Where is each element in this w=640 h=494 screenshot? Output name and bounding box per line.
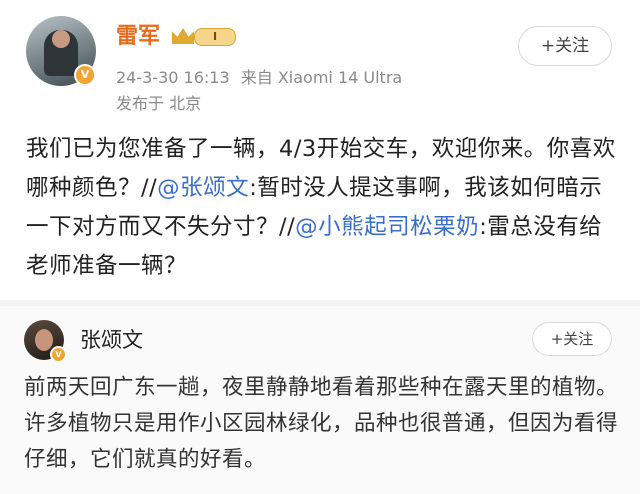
level-value: I xyxy=(194,28,236,46)
mention-link[interactable]: @张颂文 xyxy=(157,175,249,201)
comment-card: V 张颂文 +关注 前两天回广东一趟，夜里静静地看着那些种在露天里的植物。许多植… xyxy=(0,306,640,494)
timestamp: 24-3-30 16:13 xyxy=(116,68,230,87)
location: 发布于 北京 xyxy=(116,94,202,113)
verified-icon: V xyxy=(50,346,67,363)
post-text: 我们已为您准备了一辆，4/3开始交车，欢迎你来。你喜欢哪种颜色？//@张颂文:暂… xyxy=(26,130,616,286)
avatar-face xyxy=(52,30,70,48)
level-badge[interactable]: I xyxy=(172,26,236,46)
crown-icon xyxy=(172,28,194,44)
comment-text: 前两天回广东一趟，夜里静静地看着那些种在露天里的植物。许多植物只是用作小区园林绿… xyxy=(24,375,619,472)
weibo-post: V 雷军 I +关注 24-3-30 16:13 来自 Xiaomi 14 Ul… xyxy=(0,0,640,300)
source[interactable]: 来自 Xiaomi 14 Ultra xyxy=(241,68,402,87)
comment-author-name[interactable]: 张颂文 xyxy=(80,324,143,354)
post-meta: 24-3-30 16:13 来自 Xiaomi 14 Ultra xyxy=(116,64,402,88)
author-name[interactable]: 雷军 xyxy=(116,18,160,50)
mention-link[interactable]: @小熊起司松栗奶 xyxy=(295,214,479,240)
comment-follow-button[interactable]: +关注 xyxy=(532,322,612,356)
follow-button[interactable]: +关注 xyxy=(518,26,612,66)
verified-icon: V xyxy=(74,64,96,86)
avatar-face xyxy=(35,329,53,351)
